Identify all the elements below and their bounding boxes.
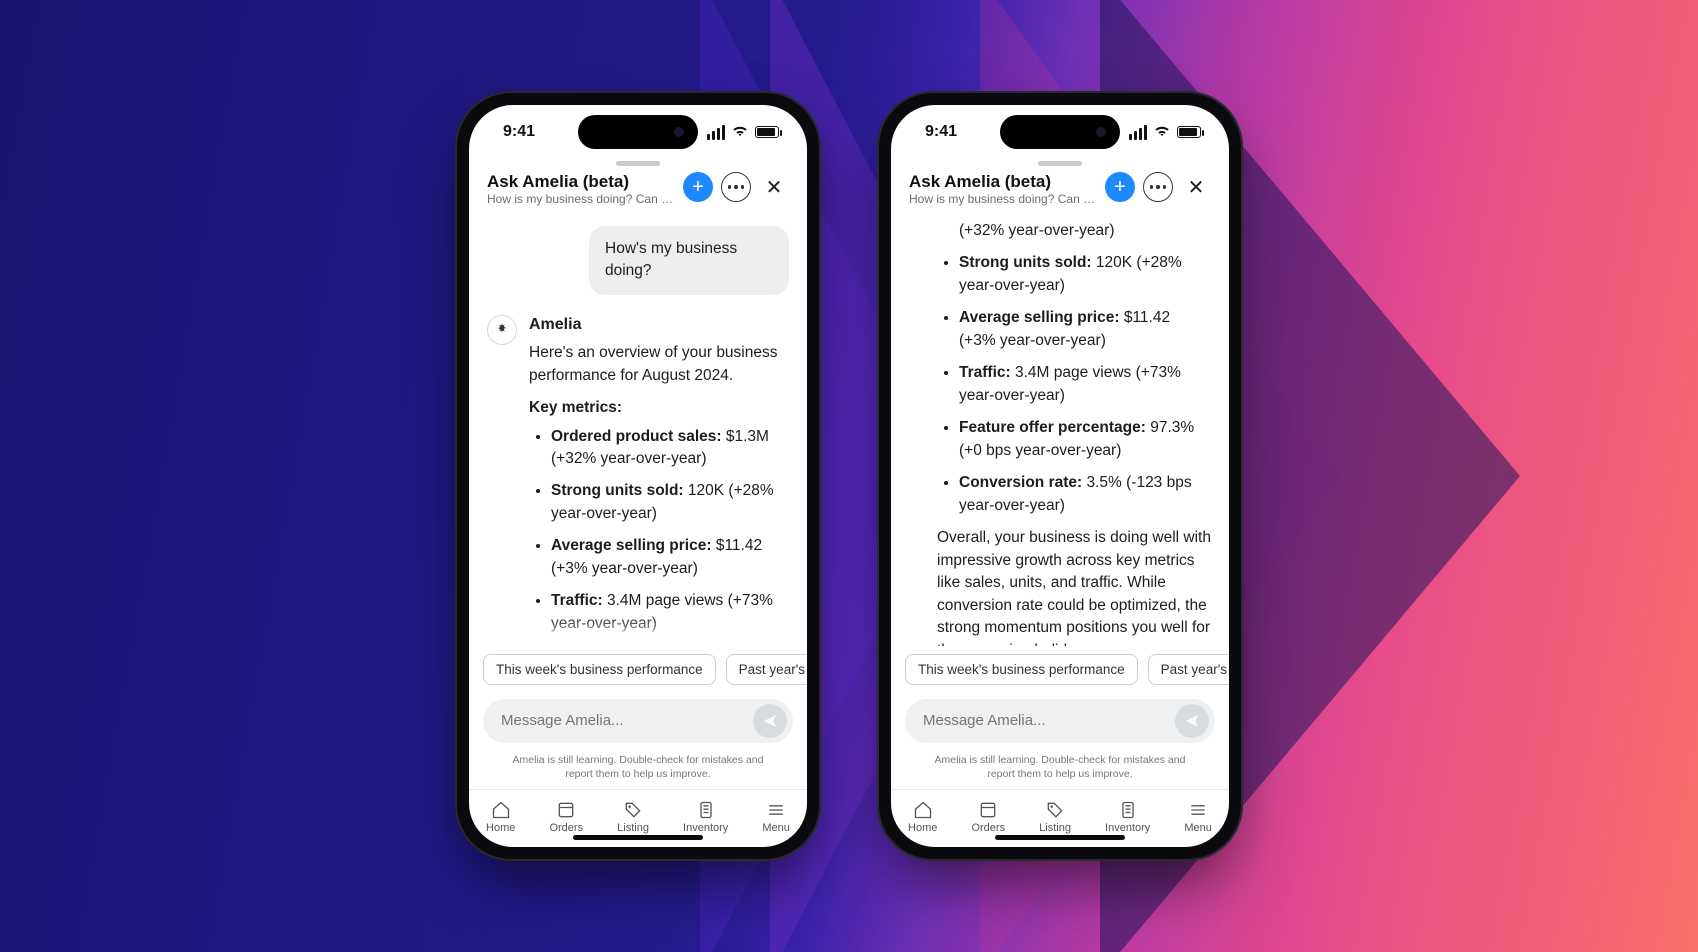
message-input-container[interactable] — [905, 699, 1215, 743]
tab-listing[interactable]: Listing — [1039, 800, 1071, 834]
battery-icon — [755, 126, 779, 138]
wifi-icon — [731, 123, 749, 142]
wifi-icon — [1153, 123, 1171, 142]
assistant-intro: Here's an overview of your business perf… — [529, 342, 789, 387]
close-button[interactable]: ✕ — [759, 172, 789, 202]
metric-item: Average selling price: $11.42 (+3% year-… — [551, 535, 789, 580]
cellular-icon — [707, 125, 725, 140]
tab-home[interactable]: Home — [908, 800, 937, 834]
disclaimer-text: Amelia is still learning. Double-check f… — [469, 749, 807, 789]
metrics-list: Ordered product sales: $1.3M (+32% year-… — [529, 426, 789, 646]
metric-item: Average selling price: $11.42 (+3% year-… — [959, 307, 1211, 352]
assistant-avatar-icon — [487, 315, 517, 345]
metric-item: Conversion rate: 3.5% (-123 bps year-ove… — [959, 472, 1211, 517]
tab-orders[interactable]: Orders — [971, 800, 1005, 834]
send-button[interactable] — [753, 704, 787, 738]
sheet-grabber[interactable] — [1038, 161, 1082, 166]
home-indicator — [573, 835, 703, 840]
send-button[interactable] — [1175, 704, 1209, 738]
metric-item: Feature offer percentage: 97.3% (+0 bps … — [959, 417, 1211, 462]
message-input[interactable] — [501, 712, 743, 729]
chat-scroll[interactable]: How's my business doing? Amelia Here's a… — [469, 216, 807, 646]
tab-home[interactable]: Home — [486, 800, 515, 834]
sheet-grabber[interactable] — [616, 161, 660, 166]
suggestion-chip[interactable]: This week's business performance — [905, 654, 1138, 685]
dynamic-island — [578, 115, 698, 149]
metric-item: Ordered product sales: $1.3M (+32% year-… — [551, 426, 789, 471]
status-time: 9:41 — [503, 123, 535, 141]
chat-scroll[interactable]: (+32% year-over-year) Strong units sold:… — [891, 216, 1229, 646]
tab-inventory[interactable]: Inventory — [683, 800, 728, 834]
metric-item: Traffic: 3.4M page views (+73% year-over… — [959, 362, 1211, 407]
more-options-button[interactable] — [1143, 172, 1173, 202]
dynamic-island — [1000, 115, 1120, 149]
tab-menu[interactable]: Menu — [1184, 800, 1212, 834]
suggestion-chip[interactable]: Past year's bu — [726, 654, 807, 685]
more-options-button[interactable] — [721, 172, 751, 202]
metric-item: Strong units sold: 120K (+28% year-over-… — [551, 480, 789, 525]
user-message: How's my business doing? — [589, 226, 789, 295]
metrics-list: Strong units sold: 120K (+28% year-over-… — [937, 252, 1211, 517]
phone-right: 9:41 Ask Amelia (beta) How is my busines… — [877, 91, 1243, 861]
disclaimer-text: Amelia is still learning. Double-check f… — [891, 749, 1229, 789]
sheet-subtitle: How is my business doing? Can you… — [909, 192, 1097, 206]
suggestion-chip[interactable]: Past year's bu — [1148, 654, 1229, 685]
battery-icon — [1177, 126, 1201, 138]
metric-continuation: (+32% year-over-year) — [937, 220, 1211, 242]
metric-item: Strong units sold: 120K (+28% year-over-… — [959, 252, 1211, 297]
metric-item: Traffic: 3.4M page views (+73% year-over… — [551, 590, 789, 635]
sheet-title: Ask Amelia (beta) — [909, 172, 1097, 192]
assistant-summary: Overall, your business is doing well wit… — [937, 527, 1211, 646]
close-button[interactable]: ✕ — [1181, 172, 1211, 202]
sheet-subtitle: How is my business doing? Can you… — [487, 192, 675, 206]
tab-inventory[interactable]: Inventory — [1105, 800, 1150, 834]
sheet-title: Ask Amelia (beta) — [487, 172, 675, 192]
status-time: 9:41 — [925, 123, 957, 141]
tab-orders[interactable]: Orders — [549, 800, 583, 834]
cellular-icon — [1129, 125, 1147, 140]
assistant-name: Amelia — [529, 313, 789, 336]
tab-listing[interactable]: Listing — [617, 800, 649, 834]
suggestion-chip[interactable]: This week's business performance — [483, 654, 716, 685]
message-input[interactable] — [923, 712, 1165, 729]
message-input-container[interactable] — [483, 699, 793, 743]
new-chat-button[interactable]: + — [1105, 172, 1135, 202]
home-indicator — [995, 835, 1125, 840]
phone-left: 9:41 Ask Amelia (beta) How is my busines… — [455, 91, 821, 861]
key-metrics-heading: Key metrics: — [529, 397, 789, 419]
tab-menu[interactable]: Menu — [762, 800, 790, 834]
new-chat-button[interactable]: + — [683, 172, 713, 202]
